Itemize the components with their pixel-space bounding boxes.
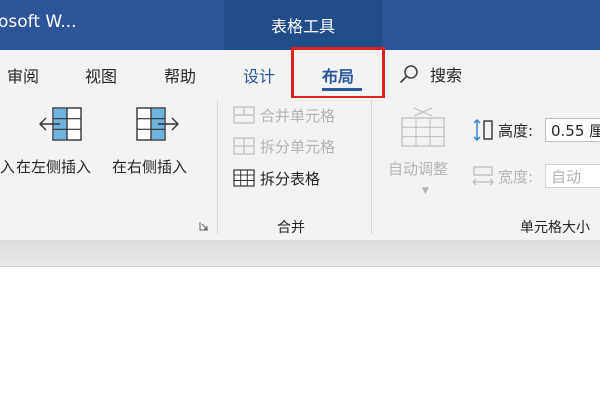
cell-size-group-label: 单元格大小 — [520, 220, 590, 236]
column-width-icon — [472, 166, 494, 186]
group-separator — [371, 100, 372, 234]
autofit-label: 自动调整 — [388, 160, 449, 178]
layout-tab-highlight — [291, 47, 385, 99]
row-height-icon — [473, 119, 493, 141]
merge-cells-button[interactable]: 合并单元格 — [233, 103, 335, 127]
autofit-button[interactable]: 自动调整 ▼ — [386, 106, 464, 196]
merge-cells-label: 合并单元格 — [260, 106, 336, 125]
split-cells-label: 拆分单元格 — [260, 137, 336, 156]
title-bar: osoft W... 表格工具 — [0, 0, 600, 50]
insert-right-button[interactable]: 在右侧插入 — [112, 106, 206, 176]
search-icon[interactable] — [397, 62, 421, 86]
split-cells-icon — [233, 137, 255, 155]
height-label: 高度: — [498, 121, 534, 140]
insert-right-icon — [136, 107, 179, 141]
dialog-launcher-icon[interactable] — [199, 221, 209, 231]
ribbon-shadow — [0, 240, 600, 267]
split-cells-button[interactable]: 拆分单元格 — [233, 134, 335, 158]
insert-left-button[interactable]: 在左侧插入 — [16, 106, 108, 176]
insert-below-button[interactable]: 入 — [0, 106, 16, 176]
tab-view[interactable]: 视图 — [85, 63, 117, 87]
insert-right-label: 在右侧插入 — [112, 158, 188, 176]
width-row: 宽度: — [471, 163, 536, 189]
height-input[interactable]: 0.55 厘 — [545, 118, 600, 142]
insert-below-label: 入 — [0, 158, 16, 176]
split-table-label: 拆分表格 — [260, 169, 321, 188]
insert-left-icon — [39, 107, 82, 141]
insert-left-label: 在左侧插入 — [16, 158, 92, 176]
search-label[interactable]: 搜索 — [430, 62, 462, 86]
split-table-button[interactable]: 拆分表格 — [233, 166, 320, 190]
table-tools-context-tab: 表格工具 — [224, 0, 382, 50]
merge-cells-icon — [233, 106, 255, 124]
width-label: 宽度: — [498, 167, 534, 186]
chevron-down-icon: ▼ — [422, 186, 429, 196]
tab-design[interactable]: 设计 — [243, 63, 275, 87]
merge-group-label: 合并 — [277, 220, 305, 236]
autofit-icon — [401, 107, 445, 147]
tab-help[interactable]: 帮助 — [164, 63, 196, 87]
height-row: 高度: — [471, 117, 536, 143]
split-table-icon — [233, 169, 255, 187]
group-separator — [217, 100, 218, 234]
app-title: osoft W... — [0, 12, 77, 32]
width-input[interactable]: 自动 — [545, 164, 600, 188]
tab-review[interactable]: 审阅 — [7, 63, 39, 87]
